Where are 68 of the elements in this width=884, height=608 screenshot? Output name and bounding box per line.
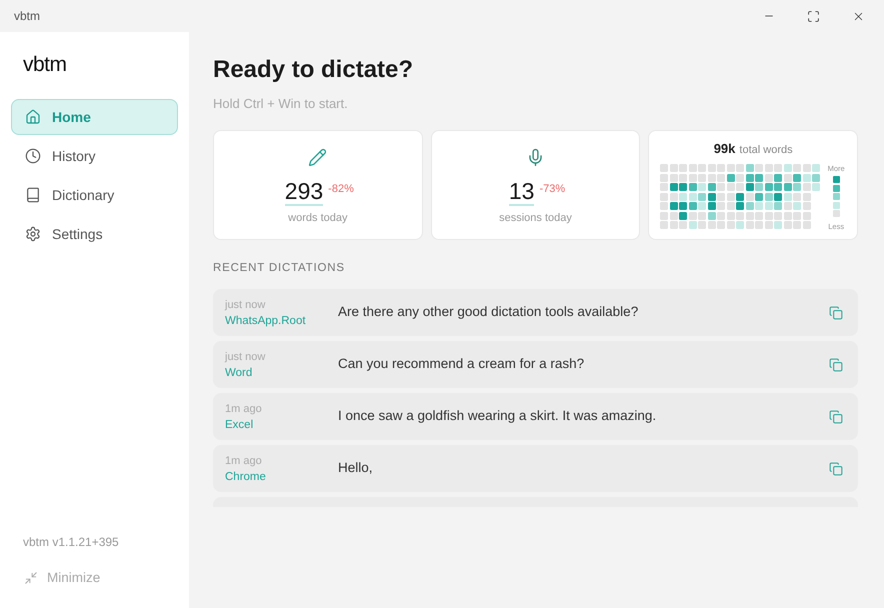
copy-icon [829,306,843,320]
legend-swatch-icon [832,202,840,208]
dictation-row[interactable]: just now WhatsApp.Root Are there any other good dictation tools available? [213,289,858,336]
version-text: vbtm v1.1.21+395 [22,534,120,550]
dictation-time: just now [225,298,266,312]
book-icon [25,187,41,203]
heatmap-week-column [793,164,802,229]
heatmap-week-column [736,164,744,229]
heatmap-week-column [746,164,754,229]
stat-value: 13 [508,178,534,206]
total-words-label: total words [739,143,793,157]
stat-change: -82% [328,183,354,196]
heatmap-week-column [679,164,688,229]
stat-value: 293 [284,178,324,206]
copy-button[interactable] [829,410,843,424]
stat-label: sessions today [499,211,572,225]
legend-swatch-icon [832,193,840,200]
heatmap-week-column [755,164,764,229]
heatmap-week-column [660,164,668,229]
dictation-time: 1m ago [225,402,263,416]
copy-button[interactable] [829,462,843,476]
sidebar-nav-item[interactable]: Settings [11,216,178,252]
app-logo: vbtm [22,53,68,77]
legend-swatch-icon [832,176,840,183]
pencil-icon [308,148,328,167]
heatmap-week-column [764,164,773,229]
dictation-row[interactable]: 1m ago Chrome Hello, [213,445,858,492]
heatmap-week-column [717,164,726,229]
maximize-icon [807,10,820,22]
legend-swatch-icon [832,210,840,217]
stat-label: words today [288,211,348,225]
page-title: Ready to dictate? [213,55,414,85]
copy-button[interactable] [829,358,843,372]
sidebar-nav-item[interactable]: History [11,138,178,174]
dictation-text: Are there any other good dictation tools available? [338,303,640,322]
dictation-time: 1m ago [225,454,263,468]
copy-icon [829,462,843,476]
copy-icon [829,410,843,424]
dictation-time: just now [225,350,266,364]
sidebar-nav-item[interactable]: Dictionary [11,177,178,213]
dictation-app: WhatsApp.Root [225,314,307,328]
heatmap-week-column [688,164,697,229]
hint-text: Hold Ctrl + Win to start. [213,95,349,113]
legend-swatch-icon [832,184,840,192]
dictation-row[interactable]: just now Word Can you recommend a cream for a rash? [213,341,858,388]
dictation-row[interactable]: 1m ago Excel I once saw a goldfish wearing a skirt. It was amazing. [213,393,858,440]
heatmap-week-column [774,164,782,229]
dictation-app: Word [225,366,254,380]
heatmap-week-column [708,164,716,229]
total-words-value: 99k [714,142,736,156]
section-heading: RECENT DICTATIONS [213,261,346,276]
copy-icon [829,358,843,372]
stat-change: -73% [539,183,566,196]
dictation-app: Chrome [225,470,267,484]
dictation-text: Hello, [338,459,374,478]
copy-button[interactable] [829,306,843,320]
heatmap-week-column [698,164,706,229]
window-title: vbtm [13,8,40,25]
clock-icon [25,148,41,164]
dictation-text: Can you recommend a cream for a rash? [338,355,586,374]
dictation-text: I once saw a goldfish wearing a skirt. It was amazing. [338,407,658,426]
settings-icon [25,226,41,242]
home-icon [25,109,41,125]
heatmap-week-column [670,164,678,229]
heatmap-week-column [726,164,735,229]
heatmap-week-column [784,164,792,229]
dictation-app: Excel [225,418,254,432]
collapse-arrows-icon [24,571,38,585]
